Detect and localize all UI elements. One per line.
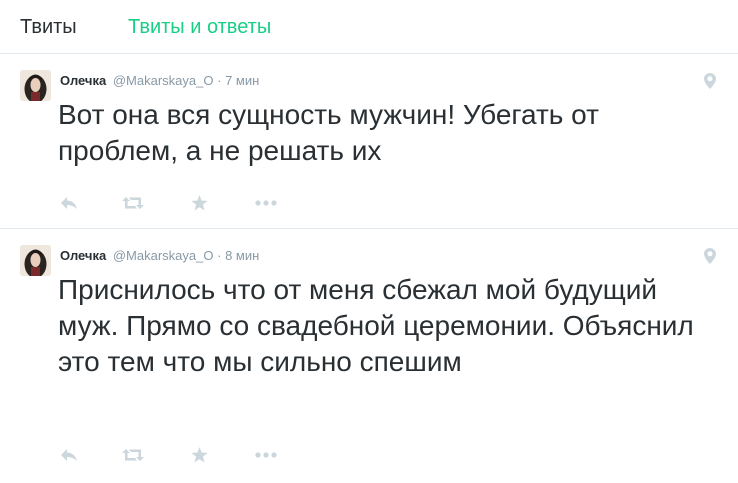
separator: · [217,248,222,263]
favorite-icon[interactable] [191,193,208,213]
tweet-header: Олечка @Makarskaya_O · 8 мин [60,248,259,264]
separator: · [217,73,222,88]
tab-tweets[interactable]: Твиты [20,15,77,39]
author-handle[interactable]: @Makarskaya_O [113,248,214,263]
location-pin-icon [704,73,716,89]
favorite-icon[interactable] [191,445,208,465]
timestamp[interactable]: 7 мин [225,73,259,88]
tweet-text: Приснилось что от меня сбежал мой будущи… [58,274,694,377]
retweet-icon[interactable] [122,445,144,465]
author-handle[interactable]: @Makarskaya_O [113,73,214,88]
tweet[interactable]: Олечка @Makarskaya_O · 7 мин Вот она вся… [0,55,738,229]
retweet-icon[interactable] [122,193,144,213]
timestamp[interactable]: 8 мин [225,248,259,263]
tweet-header: Олечка @Makarskaya_O · 7 мин [60,73,259,89]
tweet[interactable]: Олечка @Makarskaya_O · 8 мин Приснилось … [0,230,738,483]
more-icon[interactable] [255,445,277,465]
author-name[interactable]: Олечка [60,248,106,263]
reply-icon[interactable] [60,193,78,213]
tab-tweets-and-replies[interactable]: Твиты и ответы [128,15,271,39]
reply-icon[interactable] [60,445,78,465]
more-icon[interactable] [255,193,277,213]
avatar[interactable] [20,245,51,276]
avatar[interactable] [20,70,51,101]
location-pin-icon [704,248,716,264]
author-name[interactable]: Олечка [60,73,106,88]
profile-tabs: Твиты Твиты и ответы [0,0,738,54]
tweet-text: Вот она вся сущность мужчин! Убегать от … [58,99,599,166]
